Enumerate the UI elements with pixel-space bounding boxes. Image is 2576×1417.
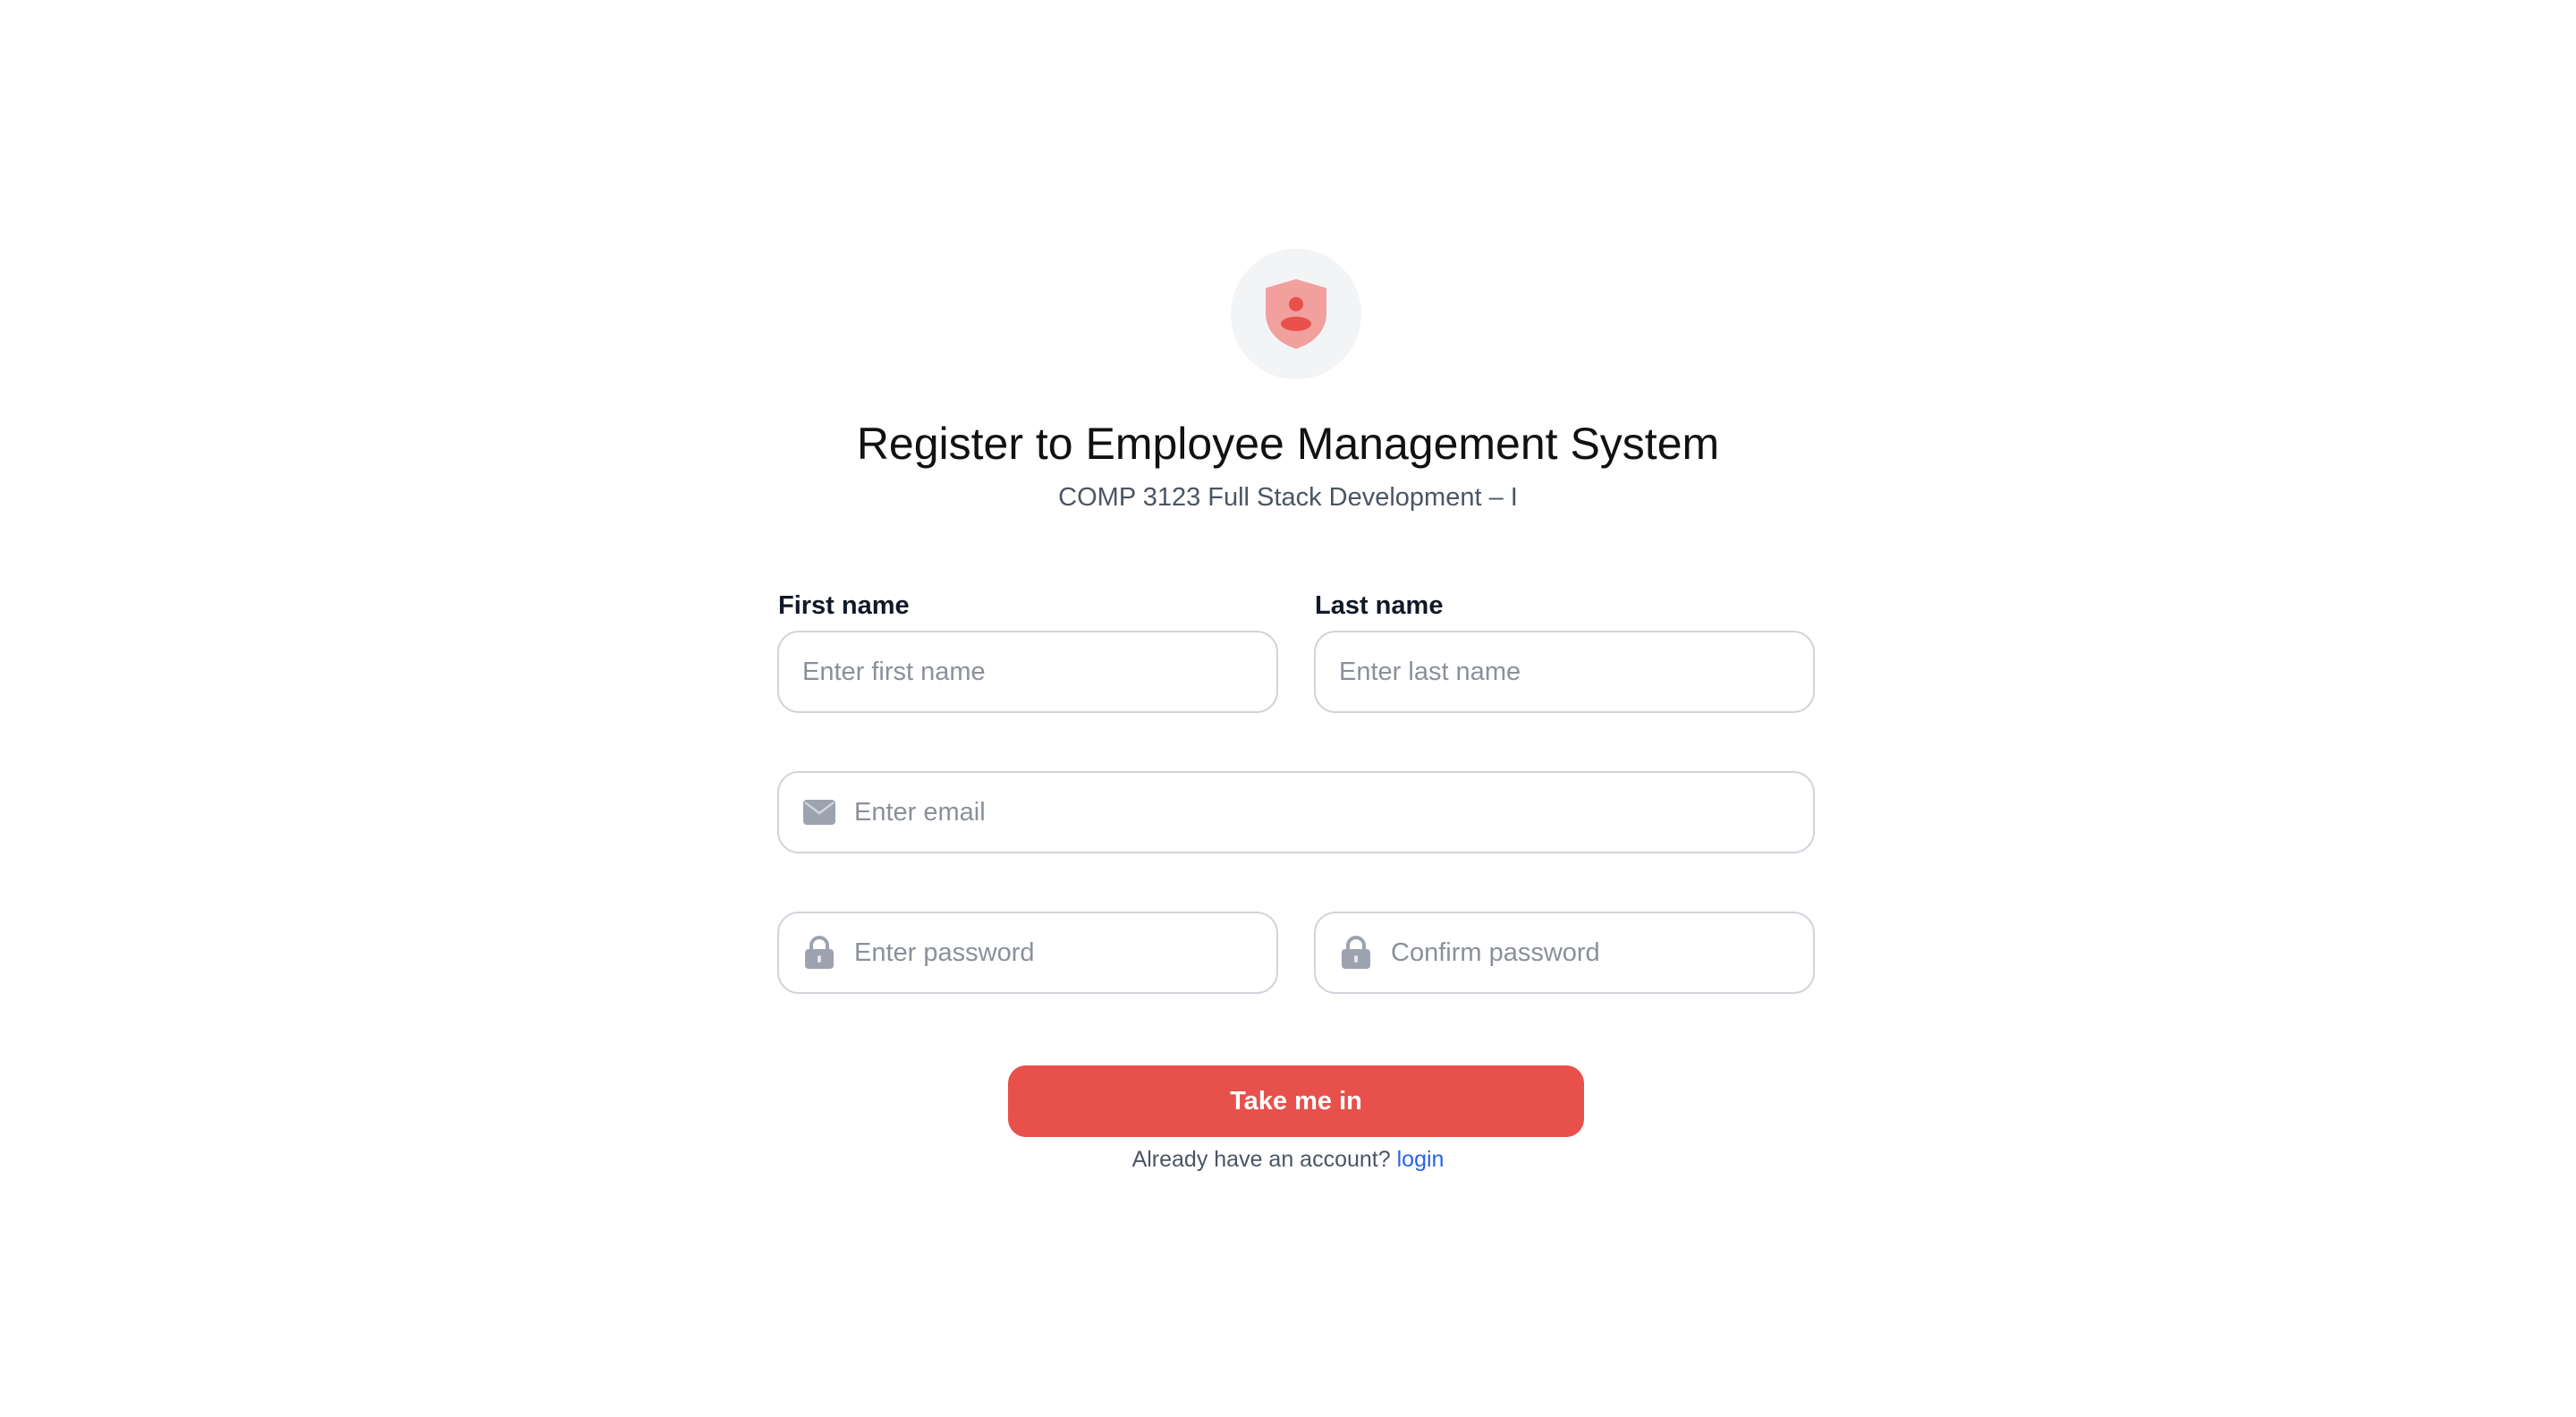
login-prompt-text: Already have an account? bbox=[1131, 1147, 1391, 1172]
lock-icon bbox=[802, 936, 836, 970]
last-name-input[interactable] bbox=[1339, 632, 1813, 711]
login-link[interactable]: login bbox=[1397, 1147, 1445, 1172]
page-subtitle: COMP 3123 Full Stack Development – I bbox=[1058, 483, 1518, 512]
logo bbox=[1231, 249, 1361, 379]
first-name-field[interactable] bbox=[777, 631, 1278, 713]
register-page: Register to Employee Management System C… bbox=[0, 0, 2576, 1417]
confirm-password-field[interactable] bbox=[1314, 912, 1815, 994]
last-name-field[interactable] bbox=[1314, 631, 1815, 713]
first-name-input[interactable] bbox=[802, 632, 1276, 711]
first-name-label: First name bbox=[778, 591, 910, 620]
password-field[interactable] bbox=[777, 912, 1278, 994]
submit-button[interactable]: Take me in bbox=[1008, 1065, 1584, 1137]
email-input[interactable] bbox=[854, 773, 1813, 852]
password-input[interactable] bbox=[854, 913, 1276, 992]
lock-icon bbox=[1339, 936, 1373, 970]
envelope-icon bbox=[802, 795, 836, 829]
confirm-password-input[interactable] bbox=[1391, 913, 1813, 992]
login-prompt: Already have an account? login bbox=[0, 1143, 2576, 1175]
email-field[interactable] bbox=[777, 771, 1815, 853]
shield-user-icon bbox=[1263, 277, 1329, 351]
last-name-label: Last name bbox=[1315, 591, 1444, 620]
page-title: Register to Employee Management System bbox=[856, 419, 1720, 469]
